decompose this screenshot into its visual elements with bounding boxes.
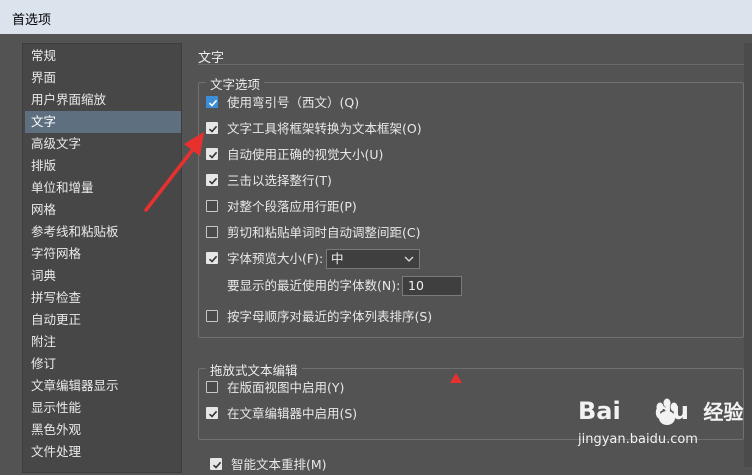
label-enable-story-editor: 在文章编辑器中启用(S) <box>227 406 358 421</box>
watermark-site: jingyan.baidu.com <box>578 432 698 447</box>
recent-fonts-label: 要显示的最近使用的字体数(N): <box>227 278 401 293</box>
sidebar-item-guides[interactable]: 参考线和粘贴板 <box>25 221 181 243</box>
sidebar-item-display-performance[interactable]: 显示性能 <box>25 397 181 419</box>
baidu-jingyan-watermark: Bai du 经验 jingyan.baidu.com <box>578 396 748 460</box>
window-title: 首选项 <box>12 13 52 28</box>
sidebar-item-notes[interactable]: 附注 <box>25 331 181 353</box>
sidebar-item-dictionary[interactable]: 词典 <box>25 265 181 287</box>
heading-divider <box>198 64 752 65</box>
label-type-tool-converts-frames: 文字工具将框架转换为文本框架(O) <box>227 121 422 136</box>
label-alphabetical-recent-fonts: 按字母顺序对最近的字体列表排序(S) <box>227 309 433 324</box>
sidebar-item-file-handling[interactable]: 文件处理 <box>25 441 181 463</box>
label-font-preview-size: 字体预览大小(F): <box>227 251 324 266</box>
sidebar-item-general[interactable]: 常规 <box>25 45 181 67</box>
annotation-arrow-icon <box>144 132 204 212</box>
checkbox-enable-story-editor[interactable] <box>206 407 218 419</box>
checkbox-cut-paste-spacing[interactable] <box>206 226 218 238</box>
sidebar-item-ui-scaling[interactable]: 用户界面缩放 <box>25 89 181 111</box>
font-preview-size-select[interactable]: 中 <box>326 249 420 269</box>
drag-drop-title: 拖放式文本编辑 <box>206 360 302 379</box>
title-bar: 首选项 <box>0 0 752 34</box>
recent-fonts-input[interactable]: 10 <box>402 276 462 296</box>
label-smart-reflow: 智能文本重排(M) <box>231 457 327 472</box>
label-cut-paste-spacing: 剪切和粘贴单词时自动调整间距(C) <box>227 225 421 240</box>
label-enable-layout-view: 在版面视图中启用(Y) <box>227 380 345 395</box>
label-paragraph-leading: 对整个段落应用行距(P) <box>227 199 357 214</box>
sidebar-item-track-changes[interactable]: 修订 <box>25 353 181 375</box>
checkbox-alphabetical-recent-fonts[interactable] <box>206 310 218 322</box>
checkbox-curly-quotes[interactable] <box>206 96 218 108</box>
sidebar-item-spelling[interactable]: 拼写检查 <box>25 287 181 309</box>
sidebar-item-frame-grid[interactable]: 字符网格 <box>25 243 181 265</box>
sidebar-item-story-editor[interactable]: 文章编辑器显示 <box>25 375 181 397</box>
checkbox-smart-reflow[interactable] <box>210 458 222 470</box>
sidebar-item-autocorrect[interactable]: 自动更正 <box>25 309 181 331</box>
text-options-title: 文字选项 <box>206 74 265 93</box>
sidebar-item-appearance-of-black[interactable]: 黑色外观 <box>25 419 181 441</box>
font-preview-size-value: 中 <box>331 251 344 266</box>
label-optical-size: 自动使用正确的视觉大小(U) <box>227 147 384 162</box>
recent-fonts-row: 要显示的最近使用的字体数(N): <box>227 276 400 296</box>
sidebar-item-interface[interactable]: 界面 <box>25 67 181 89</box>
category-sidebar[interactable]: 常规 界面 用户界面缩放 文字 高级文字 排版 单位和增量 网格 参考线和粘贴板… <box>22 43 182 473</box>
annotation-triangle-icon <box>450 373 462 383</box>
label-curly-quotes: 使用弯引号（西文）(Q) <box>227 95 360 110</box>
label-triple-click: 三击以选择整行(T) <box>227 173 332 188</box>
chevron-down-icon <box>404 256 414 262</box>
checkbox-font-preview-size[interactable] <box>206 252 218 264</box>
checkbox-enable-layout-view[interactable] <box>206 381 218 393</box>
paw-logo-icon <box>656 398 678 425</box>
